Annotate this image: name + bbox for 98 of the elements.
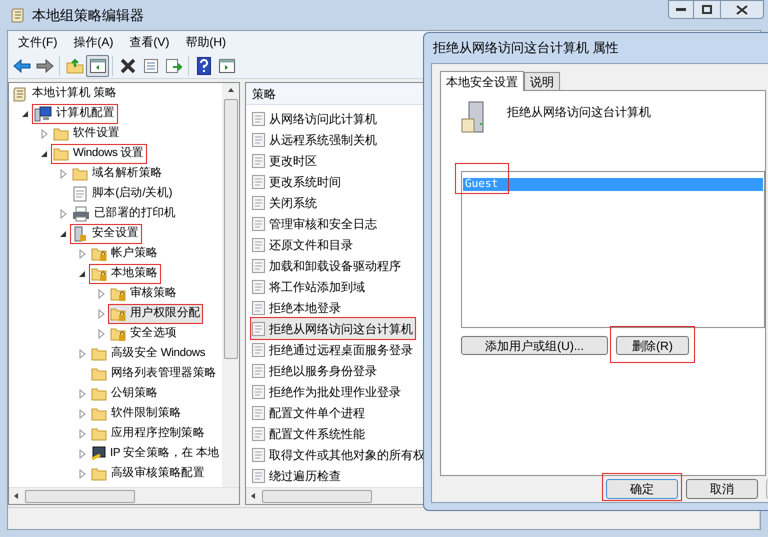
folder-icon [91,426,107,442]
document-icon [72,186,88,202]
folder-icon [53,126,69,142]
policy-icon [251,320,267,336]
folder-icon [91,346,107,362]
tree-item[interactable]: 网络列表管理器策略 [111,365,216,383]
policy-icon [251,384,267,400]
policy-row[interactable]: 配置文件系统性能 [251,423,367,444]
policy-icon [251,362,267,378]
policy-icon [251,404,267,420]
column-header[interactable]: 策略 [252,84,276,102]
policy-icon [251,174,267,190]
folder-icon [91,466,107,482]
policy-icon [251,342,267,358]
cancel-button[interactable]: 取消 [686,478,758,498]
tab[interactable]: 说明 [524,72,560,90]
policy-icon [251,236,267,252]
policy-row[interactable]: 拒绝作为批处理作业登录 [251,381,403,402]
maximize-button[interactable] [694,0,720,19]
toggle-tree-button[interactable] [86,54,109,76]
policy-icon [251,468,267,484]
policy-icon [251,258,267,274]
policy-icon [251,132,267,148]
policy-icon [251,216,267,232]
menu-item[interactable]: 查看(V) [123,33,176,51]
folder-icon [91,366,107,382]
policy-row[interactable]: 拒绝以服务身份登录 [251,360,379,381]
scroll-icon [12,86,28,102]
policy-icon [251,278,267,294]
policy-heading: 拒绝从网络访问这台计算机 [507,104,651,121]
policy-row[interactable]: 拒绝从网络访问这台计算机 [251,318,415,339]
folder-icon [91,406,107,422]
tree-item[interactable]: 计算机配置 [56,105,115,123]
folder-icon [53,146,69,162]
tree-item[interactable]: 安全选项 [130,325,177,343]
close-button[interactable] [720,0,764,19]
policy-icon [251,426,267,442]
policy-row[interactable]: 关闭系统 [251,192,319,213]
tree-item[interactable]: 本地策略 [111,265,158,283]
locked-folder-icon [110,306,126,322]
menu-item[interactable]: 帮助(H) [179,33,232,51]
locked-folder-icon [110,326,126,342]
vertical-scrollbar[interactable] [222,83,239,487]
tree-item[interactable]: Windows 设置 [73,145,144,163]
policy-row[interactable]: 还原文件和目录 [251,234,355,255]
folder-icon [72,166,88,182]
policy-icon [251,194,267,210]
policy-row[interactable]: 管理审核和安全日志 [251,213,379,234]
add-button[interactable]: 添加用户或组(U)... [461,336,608,355]
printer-icon [72,206,90,222]
policy-row[interactable]: 配置文件单个进程 [251,402,367,423]
horizontal-scrollbar[interactable] [9,487,239,504]
computer-key-icon [91,446,106,462]
close-icon [736,4,748,14]
scroll-icon [10,7,26,23]
tree-item[interactable]: 应用程序控制策略 [111,425,205,443]
tree-item[interactable]: 软件设置 [73,125,120,143]
locked-folder-icon [91,246,107,262]
remove-button[interactable]: 删除(R) [616,336,689,355]
tree-item[interactable]: 已部署的打印机 [94,205,176,223]
tree-item[interactable]: 帐户策略 [111,245,158,263]
computer-icon [34,106,52,122]
policy-row[interactable]: 加载和卸载设备驱动程序 [251,255,403,276]
tree-item[interactable]: 审核策略 [130,285,177,303]
policy-row[interactable]: 更改时区 [251,150,319,171]
minimize-button[interactable] [668,0,694,19]
tree-item[interactable]: 脚本(启动/关机) [92,185,172,203]
tree-item[interactable]: 高级审核策略配置 [111,465,205,483]
tree-item[interactable]: 高级安全 Windows [111,345,206,363]
locked-folder-icon [110,286,126,302]
server-lock-icon [72,226,88,242]
tree-item[interactable]: 软件限制策略 [111,405,182,423]
policy-icon [251,152,267,168]
tab[interactable]: 本地安全设置 [440,71,524,91]
window-title: 本地组策略编辑器 [32,6,144,24]
policy-row[interactable]: 绕过遍历检查 [251,465,343,486]
policy-icon [251,446,267,462]
locked-folder-icon [91,266,107,282]
policy-icon [251,110,267,126]
policy-row[interactable]: 将工作站添加到域 [251,276,367,297]
tree-item[interactable]: 公钥策略 [111,385,158,403]
minimize-icon [676,8,686,12]
tree-item[interactable]: 本地计算机 策略 [32,85,117,103]
tree-item[interactable]: 域名解析策略 [92,165,162,183]
folder-icon [91,386,107,402]
policy-row[interactable]: 从远程系统强制关机 [251,129,379,150]
policy-row[interactable]: 拒绝本地登录 [251,297,343,318]
policy-row[interactable]: 从网络访问此计算机 [251,108,379,129]
policy-icon [251,300,267,316]
dialog-title: 拒绝从网络访问这台计算机 属性 [433,39,619,58]
maximize-icon [702,5,712,14]
policy-row[interactable]: 更改系统时间 [251,171,343,192]
menu-item[interactable]: 文件(F) [12,33,64,51]
policy-row[interactable]: 拒绝通过远程桌面服务登录 [251,339,415,360]
tree-item[interactable]: 安全设置 [92,225,139,243]
ok-button[interactable]: 确定 [606,478,678,498]
menu-item[interactable]: 操作(A) [67,33,120,51]
tree-item[interactable]: IP 安全策略，在 本地 [110,445,220,463]
